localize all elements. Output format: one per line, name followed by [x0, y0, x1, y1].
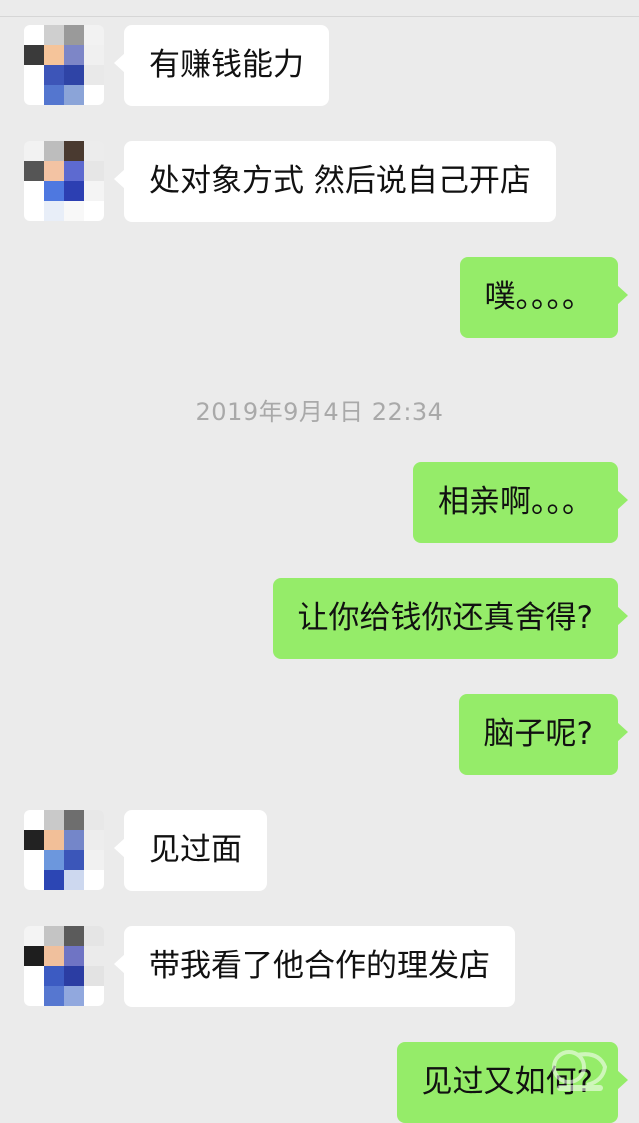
site-watermark-logo — [552, 1050, 608, 1091]
message-text: 带我看了他合作的理发店 — [149, 948, 490, 984]
timestamp: 2019年9月4日 22:34 — [195, 398, 444, 426]
message-text: 脑子呢? — [483, 716, 593, 752]
message-bubble[interactable]: 见过面 — [114, 810, 267, 891]
message-text: 相亲啊。。。 — [438, 484, 593, 520]
message-bubble[interactable]: 处对象方式 然后说自己开店 — [114, 141, 556, 222]
top-divider — [0, 16, 639, 17]
message-bubble[interactable]: 相亲啊。。。 — [413, 462, 628, 543]
message-bubble[interactable]: 噗。。。。 — [459, 257, 628, 338]
contact-avatar-icon[interactable] — [24, 810, 104, 890]
message-text: 有赚钱能力 — [149, 47, 304, 83]
message-bubble[interactable]: 有赚钱能力 — [114, 25, 329, 106]
message-bubble[interactable]: 脑子呢? — [458, 694, 629, 775]
contact-avatar-icon[interactable] — [24, 141, 104, 221]
message-text: 让你给钱你还真舍得? — [297, 600, 593, 636]
contact-avatar-icon[interactable] — [24, 25, 104, 105]
message-text: 处对象方式 然后说自己开店 — [149, 163, 531, 199]
contact-avatar-icon[interactable] — [24, 926, 104, 1006]
message-bubble[interactable]: 让你给钱你还真舍得? — [272, 578, 629, 659]
message-text: 噗。。。。 — [484, 279, 594, 315]
message-text: 见过面 — [149, 832, 242, 868]
message-bubble[interactable]: 带我看了他合作的理发店 — [114, 926, 515, 1007]
